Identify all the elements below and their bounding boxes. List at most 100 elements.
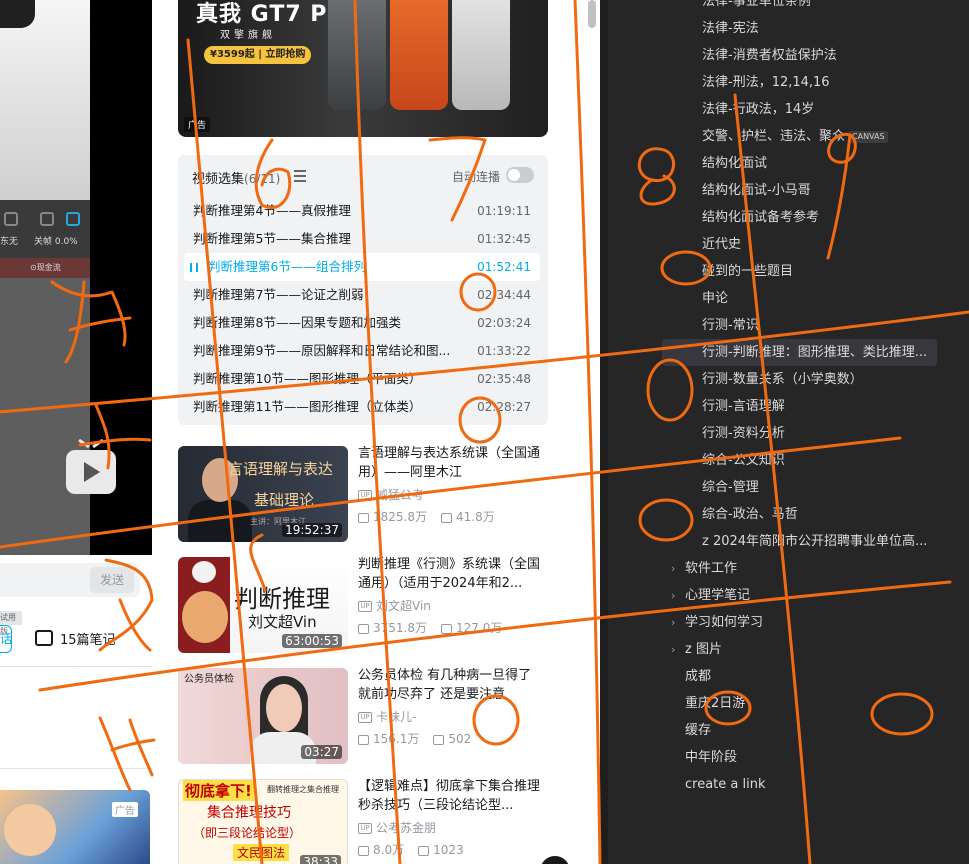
sidebar-item[interactable]: 法律-刑法，12,14,16 [702,69,830,96]
video-stats: 1825.8万 41.8万 [358,508,495,525]
sidebar-item[interactable]: 行测-数量关系（小学奥数） [702,366,863,393]
sidebar-item-label: create a link [685,777,766,792]
sidebar-item[interactable]: 成都 [685,663,711,690]
ink-stroke [573,0,602,864]
playlist-item-duration: 01:32:45 [477,232,531,246]
sidebar-item[interactable]: 结构化面试 [702,150,767,177]
lock-icon [40,212,54,226]
ad-tag: 广告 [112,802,138,817]
sidebar-item-label: 学习如何学习 [685,615,764,630]
sidebar-item[interactable]: create a link [685,771,766,798]
recommended-video[interactable]: 言语理解与表达 基础理论 主讲：阿里木江 19:52:37 言语理解与表达系统课… [178,446,548,542]
sidebar-item[interactable]: 综合-管理 [702,474,759,501]
sidebar-item-label: 碰到的一些题目 [702,264,794,279]
chevron-right-icon[interactable]: › [671,609,675,636]
playing-icon [190,263,198,272]
sidebar-item-label: 行测-判断推理：图形推理、类比推理... [702,345,928,360]
video-title[interactable]: 言语理解与表达系统课（全国通用）——阿里木江 [358,444,548,482]
phone-image [328,0,386,110]
playlist-item[interactable]: 判断推理第4节——真假推理 01:19:11 [184,197,540,225]
video-title[interactable]: 判断推理《行测》系统课（全国通用）（适用于2024年和2... [358,555,548,593]
sidebar-item[interactable]: 行测-判断推理：图形推理、类比推理... [662,339,937,366]
uploader[interactable]: UP 公考苏金朋 [358,819,436,836]
presenter-face [266,684,302,732]
sidebar-item[interactable]: 综合-政治、马哲 [702,501,798,528]
sidebar-item-label: 重庆2日游 [685,696,746,711]
video-title[interactable]: 公务员体检 有几种病一旦得了 就前功尽弃了 还是要注意 [358,666,548,704]
chevron-right-icon[interactable]: › [671,636,675,663]
page-scrollbar[interactable] [588,0,596,28]
sidebar-item[interactable]: › 学习如何学习 [671,609,764,636]
playlist-item[interactable]: 判断推理第10节——图形推理（平面类） 02:35:48 [184,365,540,393]
video-red-strip: ⊙现金流 [0,258,90,278]
phone-ad-banner[interactable]: 真我 GT7 Pro 双擎旗舰 ¥3599起 | 立即抢购 广告 [178,0,548,137]
playlist-item[interactable]: 判断推理第9节——原因解释和日常结论和图... 01:33:22 [184,337,540,365]
send-button[interactable]: 发送 [90,567,134,593]
sidebar-item[interactable]: 近代史 [702,231,741,258]
sidebar-item[interactable]: 重庆2日游 [685,690,745,717]
playlist-item-active[interactable]: 判断推理第6节——组合排列 01:52:41 [184,253,540,281]
video-thumbnail[interactable]: 彻底拿下! 翻转推理之集合推理 集合推理技巧 （即三段论结论型） 文民图法 38… [178,779,348,864]
sidebar-item[interactable]: 法律-宪法 [702,15,759,42]
sidebar-item-label: 法律-行政法，14岁 [702,102,815,117]
playlist-item[interactable]: 判断推理第5节——集合推理 01:32:45 [184,225,540,253]
thumbnail-text: 文民图法 [233,844,290,861]
video-thumbnail[interactable]: 公务员体检 03:27 [178,668,348,764]
sidebar-item[interactable]: › 软件工作 [671,555,738,582]
uploader[interactable]: UP 刘文超Vin [358,597,431,614]
sidebar-edge [600,0,608,864]
sidebar-item[interactable]: 法律-消费者权益保护法 [702,42,837,69]
notes-icon[interactable] [35,630,53,646]
sidebar-item[interactable]: 交警、护栏、违法、聚众 CANVAS [702,123,888,150]
tab-partial[interactable]: 话 [0,625,12,653]
bilibili-tv-icon[interactable] [66,438,116,494]
autoplay-toggle[interactable] [506,167,534,183]
video-title[interactable]: 【逻辑难点】彻底拿下集合推理秒杀技巧（三段论结论型... [358,777,548,815]
chevron-right-icon[interactable]: › [671,582,675,609]
recommended-video[interactable]: 判断推理 刘文超Vin 63:00:53 判断推理《行测》系统课（全国通用）（适… [178,557,548,653]
sidebar-item[interactable]: 申论 [702,285,728,312]
sidebar-item-label: 法律-宪法 [702,21,759,36]
thumbnail-text: 言语理解与表达 [228,460,334,478]
sidebar-item-label: 结构化面试备考参考 [702,210,820,225]
playlist-item-duration: 01:52:41 [477,260,531,274]
sidebar-item[interactable]: 综合-公文知识 [702,447,785,474]
notes-count[interactable]: 15篇笔记 [60,629,116,648]
sidebar-item[interactable]: › z 图片 [671,636,722,663]
ad-buy-button[interactable]: ¥3599起 | 立即抢购 [204,46,312,64]
sidebar-item[interactable]: 行测-资料分析 [702,420,785,447]
video-duration: 63:00:53 [282,634,342,648]
sidebar-item[interactable]: 行测-言语理解 [702,393,785,420]
sidebar-item-label: z 图片 [685,642,722,657]
sidebar-item[interactable]: 结构化面试-小马哥 [702,177,811,204]
recommended-video[interactable]: 公务员体检 03:27 公务员体检 有几种病一旦得了 就前功尽弃了 还是要注意 … [178,668,548,764]
sidebar-item-label: 软件工作 [685,561,738,576]
sidebar-item[interactable]: 法律-行政法，14岁 [702,96,814,123]
uploader-icon: UP [358,823,372,834]
sidebar-item[interactable]: 行测-常识 [702,312,759,339]
video-lower-area [0,278,90,555]
sidebar-item[interactable]: z 2024年简阳市公开招聘事业单位高... [702,528,927,555]
thumbnail-text: 集合推理技巧 [207,805,291,821]
video-thumbnail[interactable]: 言语理解与表达 基础理论 主讲：阿里木江 19:52:37 [178,446,348,542]
ad-tag: 广告 [184,117,211,132]
playlist-item[interactable]: 判断推理第11节——图形推理（立体类） 02:28:27 [184,393,540,421]
sidebar-item[interactable]: › 心理学笔记 [671,582,750,609]
sidebar-item[interactable]: 碰到的一些题目 [702,258,793,285]
cartoon-character [182,591,228,643]
uploader[interactable]: UP 卡妹儿- [358,708,416,725]
playlist-item[interactable]: 判断推理第8节——因果专题和加强类 02:03:24 [184,309,540,337]
playlist-item[interactable]: 判断推理第7节——论证之削弱 02:34:44 [184,281,540,309]
uploader[interactable]: UP 威猛公考 [358,486,424,503]
video-thumbnail[interactable]: 判断推理 刘文超Vin 63:00:53 [178,557,348,653]
sidebar-item-label: 行测-常识 [702,318,759,333]
sidebar-item[interactable]: 法律-事业单位条例 [702,0,811,15]
sidebar-item[interactable]: 结构化面试备考参考 [702,204,819,231]
chevron-right-icon[interactable]: › [671,555,675,582]
recommended-video[interactable]: 彻底拿下! 翻转推理之集合推理 集合推理技巧 （即三段论结论型） 文民图法 38… [178,779,548,864]
divider [0,666,152,667]
list-view-icon[interactable] [294,170,306,182]
play-count-icon [358,845,369,856]
sidebar-item[interactable]: 中年阶段 [685,744,737,771]
sidebar-item[interactable]: 缓存 [685,717,711,744]
